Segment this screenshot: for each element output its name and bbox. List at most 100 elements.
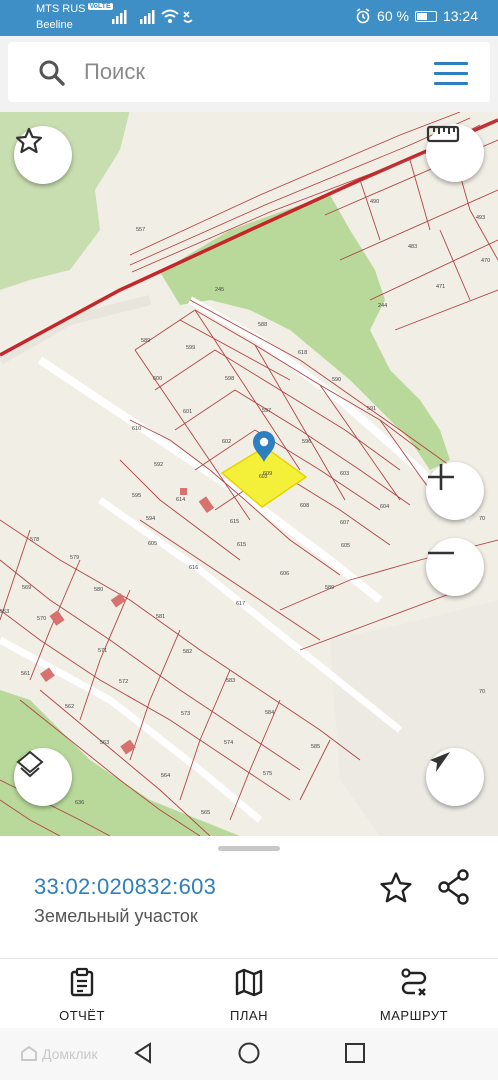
battery-percent: 60 %: [377, 8, 409, 24]
parcel-label: 590: [332, 377, 341, 383]
screen: MTS RUS VoLTE Beeline 60 % 13:24 Поиск 4…: [0, 0, 498, 1080]
parcel-label: 564: [161, 773, 170, 779]
battery-icon: [414, 10, 437, 22]
nav-back-button[interactable]: [132, 1042, 154, 1069]
parcel-label: 618: [298, 350, 307, 356]
parcel-label: 607: [340, 520, 349, 526]
parcel-label: 636: [75, 800, 84, 806]
parcel-label: 585: [311, 744, 320, 750]
parcel-label: 583: [226, 678, 235, 684]
favorite-button[interactable]: [378, 870, 414, 911]
parcel-label: 574: [224, 740, 233, 746]
ruler-button[interactable]: [426, 124, 484, 182]
home-circle-icon: [238, 1042, 260, 1064]
parcel-label: 602: [222, 439, 231, 445]
report-label: ОТЧЁТ: [59, 1008, 105, 1023]
domclick-logo-icon: Домклик: [21, 1045, 98, 1062]
map-plan-icon: [235, 968, 263, 997]
selected-parcel-label: 603: [259, 474, 268, 480]
parcel-label: 589: [325, 585, 334, 591]
search-box[interactable]: [8, 42, 490, 102]
plan-action[interactable]: ПЛАН: [189, 967, 309, 1023]
share-icon: [438, 869, 469, 905]
parcel-label: 591: [367, 406, 376, 412]
parcel-label: 616: [189, 565, 198, 571]
parcel-label: 592: [154, 462, 163, 468]
parcel-card[interactable]: 33:02:020832:603 Земельный участок: [0, 836, 498, 958]
parcel-label: 578: [30, 537, 39, 543]
favorite-map-button[interactable]: [14, 126, 72, 184]
parcel-label: 580: [94, 587, 103, 593]
share-button[interactable]: [436, 868, 472, 911]
parcel-label: 570: [37, 616, 46, 622]
system-nav-bar: Домклик: [0, 1028, 498, 1080]
search-icon: [39, 60, 65, 86]
parcel-label: 588: [258, 322, 267, 328]
parcel-label: 561: [21, 671, 30, 677]
parcel-label: 594: [146, 516, 155, 522]
parcel-label: 615: [237, 542, 246, 548]
search-area: [0, 36, 498, 112]
parcel-label: 601: [183, 409, 192, 415]
parcel-label: 470: [481, 258, 490, 264]
parcel-label: 584: [265, 710, 274, 716]
back-triangle-icon: [134, 1042, 151, 1064]
parcel-label: 606: [280, 571, 289, 577]
parcel-label: 70: [479, 516, 485, 522]
route-icon: [401, 968, 427, 996]
grey-area-east: [330, 600, 498, 836]
alarm-icon: [356, 8, 370, 24]
status-bar: MTS RUS VoLTE Beeline 60 % 13:24: [0, 0, 498, 36]
parcel-label: 565: [201, 810, 210, 816]
parcel-label: 562: [65, 704, 74, 710]
clock: 13:24: [442, 8, 478, 24]
watermark-text: Домклик: [42, 1046, 98, 1062]
parcel-label: 575: [263, 771, 272, 777]
map[interactable]: 490 493 483 470 471 245 244 588 589 599 618 600 598 5…: [0, 112, 498, 836]
plan-label: ПЛАН: [230, 1008, 268, 1023]
cadastral-map[interactable]: 490 493 483 470 471 245 244 588 589 599 618 600 598 5…: [0, 112, 498, 836]
parcel-label: 595: [132, 493, 141, 499]
parcel-label: 493: [476, 215, 485, 221]
parcel-label: 244: [378, 303, 387, 309]
zoom-in-button[interactable]: [426, 462, 484, 520]
star-icon: [380, 872, 412, 903]
domclick-watermark: Домклик: [20, 1044, 130, 1069]
parcel-label: 571: [98, 648, 107, 654]
sheet-handle[interactable]: [218, 846, 280, 851]
parcel-label: 599: [186, 345, 195, 351]
parcel-label: 490: [370, 199, 379, 205]
road: [97, 497, 403, 733]
battery-level: [416, 12, 428, 20]
parcel-label: 483: [408, 244, 417, 250]
parcel-label: 245: [215, 287, 224, 293]
parcel-label: 471: [436, 284, 445, 290]
report-action[interactable]: ОТЧЁТ: [22, 967, 142, 1023]
parcel-label: 70: [479, 689, 485, 695]
volte-badge: VoLTE: [87, 3, 113, 10]
parcel-label: 617: [236, 601, 245, 607]
plus-icon: [428, 464, 454, 490]
report-icon: [70, 967, 94, 997]
parcel-label: 603: [340, 471, 349, 477]
parcel-label: 582: [183, 649, 192, 655]
parcel-label: 557: [136, 227, 145, 233]
layers-button[interactable]: [14, 748, 72, 806]
nav-recents-button[interactable]: [344, 1042, 366, 1069]
zoom-out-button[interactable]: [426, 538, 484, 596]
nav-home-button[interactable]: [238, 1042, 260, 1069]
cadastral-number[interactable]: 33:02:020832:603: [34, 874, 216, 900]
parcel-label: 610: [132, 426, 141, 432]
search-input[interactable]: [84, 56, 404, 88]
status-right: 60 % 13:24: [355, 8, 478, 24]
route-label: МАРШРУТ: [379, 1008, 449, 1023]
parcel-label: 598: [225, 376, 234, 382]
route-action[interactable]: МАРШРУТ: [354, 967, 474, 1023]
my-location-button[interactable]: [426, 748, 484, 806]
action-bar: ОТЧЁТ ПЛАН МАРШРУТ: [0, 958, 498, 1028]
carrier-primary: MTS RUS VoLTE: [36, 3, 113, 15]
parcel-label: 579: [70, 555, 79, 561]
parcel-label: 569: [22, 585, 31, 591]
menu-icon[interactable]: [434, 62, 468, 86]
parcel-label: 573: [181, 711, 190, 717]
